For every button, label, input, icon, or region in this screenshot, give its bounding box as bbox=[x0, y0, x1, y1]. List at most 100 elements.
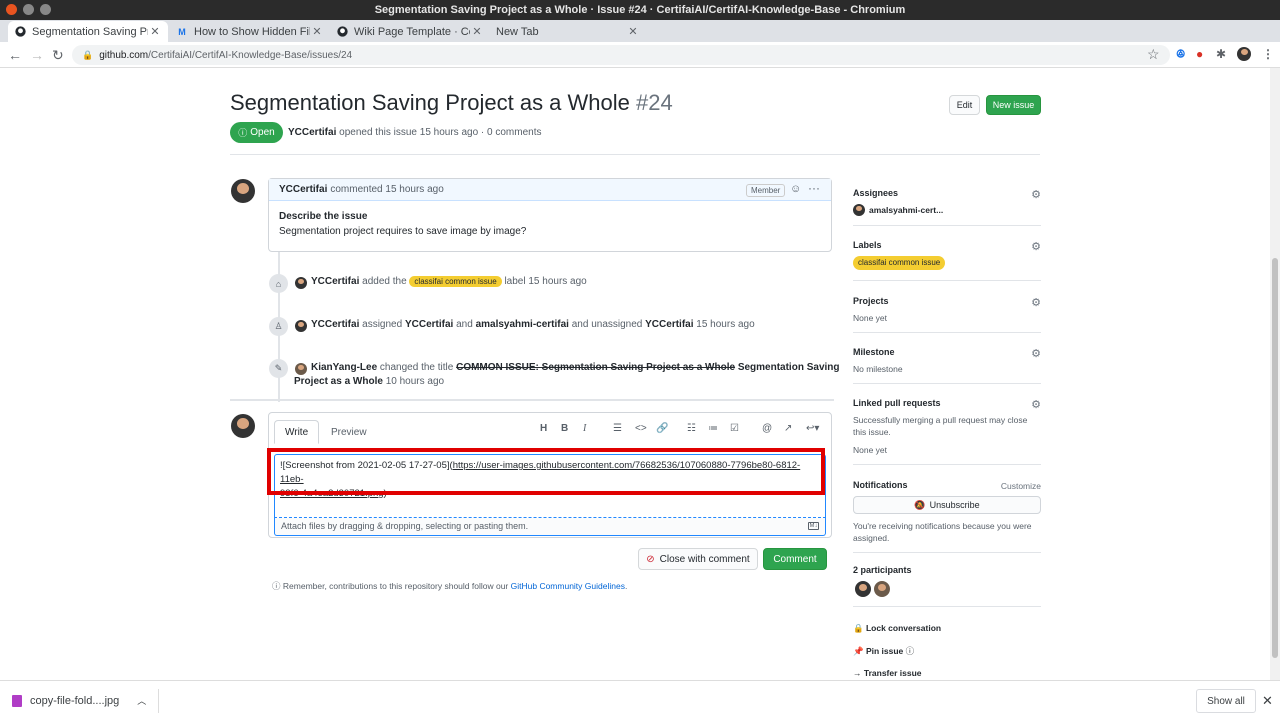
edit-button[interactable]: Edit bbox=[949, 95, 980, 115]
link-icon[interactable]: 🔗 bbox=[656, 423, 668, 434]
gear-icon[interactable]: ⚙ bbox=[1031, 188, 1041, 201]
lock-conversation-button[interactable]: 🔒 Lock conversation bbox=[853, 623, 941, 634]
close-tab-icon[interactable]: ✕ bbox=[148, 25, 162, 38]
pin-issue-button[interactable]: 📌 Pin issue ⓘ bbox=[853, 645, 914, 657]
heading-icon[interactable]: H bbox=[540, 423, 547, 434]
avatar bbox=[853, 204, 865, 216]
download-item[interactable]: copy-file-fold....jpg ︿ bbox=[12, 694, 146, 707]
gear-icon[interactable]: ⚙ bbox=[1031, 240, 1041, 253]
close-tab-icon[interactable]: ✕ bbox=[310, 25, 324, 38]
assignee-item[interactable]: amalsyahmi-cert... bbox=[853, 204, 1041, 216]
gear-icon[interactable]: ⚙ bbox=[1031, 398, 1041, 411]
guidelines-notice: ⓘ Remember, contributions to this reposi… bbox=[272, 581, 628, 591]
extension-icon[interactable]: ꔮ bbox=[1176, 47, 1185, 62]
scrollbar-thumb[interactable] bbox=[1272, 258, 1278, 658]
timeline-event-labeled: YCCertifai added the classifai common is… bbox=[311, 276, 587, 287]
mention-icon[interactable]: @ bbox=[762, 423, 772, 434]
code-icon[interactable]: <> bbox=[635, 423, 647, 434]
unsubscribe-button[interactable]: 🔕 Unsubscribe bbox=[853, 496, 1041, 514]
close-window-icon[interactable] bbox=[6, 4, 17, 15]
tab-strip: Segmentation Saving Pro ✕ M How to Show … bbox=[0, 20, 1280, 58]
back-arrow-icon[interactable]: ← bbox=[8, 47, 22, 63]
comment-body: Describe the issue Segmentation project … bbox=[279, 211, 527, 237]
label-pill[interactable]: classifai common issue bbox=[853, 256, 946, 270]
maximize-window-icon[interactable] bbox=[40, 4, 51, 15]
quote-icon[interactable]: ☰ bbox=[613, 423, 622, 434]
close-tab-icon[interactable]: ✕ bbox=[626, 25, 640, 38]
divider bbox=[230, 154, 1040, 155]
forward-arrow-icon[interactable]: → bbox=[30, 47, 44, 63]
puzzle-extensions-icon[interactable]: ✱ bbox=[1216, 47, 1226, 61]
tab-hidden-files[interactable]: M How to Show Hidden Files ✕ bbox=[170, 21, 330, 42]
close-with-comment-button[interactable]: ⊘ Close with comment bbox=[638, 548, 758, 570]
issue-comment: YCCertifai commented 15 hours ago Member… bbox=[268, 178, 832, 252]
tab-new-tab[interactable]: New Tab ✕ bbox=[490, 21, 646, 42]
customize-link[interactable]: Customize bbox=[1001, 481, 1041, 491]
avatar[interactable] bbox=[295, 363, 307, 375]
numbered-list-icon[interactable]: ≔ bbox=[708, 423, 718, 434]
gear-icon[interactable]: ⚙ bbox=[1031, 347, 1041, 360]
avatar[interactable] bbox=[874, 581, 890, 597]
markdown-icon[interactable]: M↓ bbox=[808, 522, 819, 530]
chevron-up-icon[interactable]: ︿ bbox=[137, 694, 146, 707]
menu-kebab-icon[interactable]: ⋮ bbox=[1262, 47, 1274, 61]
timeline-separator bbox=[230, 399, 834, 401]
milestone-section: Milestone ⚙ No milestone bbox=[853, 347, 1041, 374]
github-icon bbox=[14, 26, 26, 38]
m-icon: M bbox=[178, 26, 186, 37]
lock-icon: 🔒 bbox=[82, 49, 94, 60]
bell-slash-icon: 🔕 bbox=[914, 499, 926, 510]
tab-write[interactable]: Write bbox=[274, 420, 320, 444]
profile-avatar[interactable] bbox=[1237, 47, 1251, 61]
bookmark-star-icon[interactable]: ☆ bbox=[1147, 46, 1160, 62]
show-all-button[interactable]: Show all bbox=[1196, 689, 1256, 713]
linked-prs-section: Linked pull requests ⚙ Successfully merg… bbox=[853, 398, 1041, 455]
arrow-right-icon: → bbox=[853, 668, 862, 678]
avatar[interactable] bbox=[231, 179, 255, 203]
window-title: Segmentation Saving Project as a Whole ·… bbox=[374, 4, 906, 16]
avatar[interactable] bbox=[231, 414, 255, 438]
tab-wiki-template[interactable]: Wiki Page Template · Certi ✕ bbox=[330, 21, 490, 42]
status-badge: ⓘ Open bbox=[230, 122, 283, 143]
minimize-window-icon[interactable] bbox=[23, 4, 34, 15]
labels-section: Labels ⚙ classifai common issue bbox=[853, 240, 1041, 270]
saved-reply-icon[interactable]: ↩▾ bbox=[806, 423, 819, 434]
info-icon: ⓘ bbox=[272, 581, 281, 591]
reaction-smiley-icon[interactable]: ☺ bbox=[790, 183, 801, 195]
issue-title: Segmentation Saving Project as a Whole #… bbox=[230, 90, 673, 115]
address-bar[interactable]: 🔒 github.com/CertifaiAI/CertifAI-Knowled… bbox=[72, 45, 1170, 65]
tab-github-issue[interactable]: Segmentation Saving Pro ✕ bbox=[8, 21, 168, 42]
reload-icon[interactable]: ↻ bbox=[52, 47, 64, 63]
tag-icon: ⌂ bbox=[269, 274, 288, 293]
downloads-bar: copy-file-fold....jpg ︿ Show all ✕ bbox=[0, 680, 1280, 720]
bulleted-list-icon[interactable]: ☷ bbox=[687, 423, 696, 434]
info-icon: ⓘ bbox=[905, 646, 915, 656]
comment-button[interactable]: Comment bbox=[763, 548, 827, 570]
divider bbox=[158, 689, 159, 713]
divider bbox=[853, 332, 1041, 333]
record-extension-icon[interactable]: ● bbox=[1196, 47, 1203, 61]
projects-section: Projects ⚙ None yet bbox=[853, 296, 1041, 323]
community-guidelines-link[interactable]: GitHub Community Guidelines bbox=[511, 581, 625, 591]
divider bbox=[853, 464, 1041, 465]
label-pill[interactable]: classifai common issue bbox=[409, 276, 502, 287]
avatar[interactable] bbox=[295, 320, 307, 332]
transfer-issue-button[interactable]: → Transfer issue bbox=[853, 668, 922, 678]
comment-author-link[interactable]: YCCertifai bbox=[279, 184, 327, 195]
new-issue-button[interactable]: New issue bbox=[986, 95, 1041, 115]
comment-header: YCCertifai commented 15 hours ago Member… bbox=[269, 179, 831, 201]
bold-icon[interactable]: B bbox=[561, 423, 568, 434]
attach-files-bar[interactable]: Attach files by dragging & dropping, sel… bbox=[274, 518, 826, 536]
cross-reference-icon[interactable]: ↗ bbox=[784, 423, 792, 434]
avatar[interactable] bbox=[855, 581, 871, 597]
tab-preview[interactable]: Preview bbox=[321, 420, 377, 444]
comment-options-icon[interactable]: ··· bbox=[808, 181, 820, 195]
divider bbox=[853, 606, 1041, 607]
task-list-icon[interactable]: ☑ bbox=[730, 423, 739, 434]
gear-icon[interactable]: ⚙ bbox=[1031, 296, 1041, 309]
close-tab-icon[interactable]: ✕ bbox=[470, 25, 484, 38]
close-icon[interactable]: ✕ bbox=[1262, 693, 1273, 709]
avatar[interactable] bbox=[295, 277, 307, 289]
italic-icon[interactable]: I bbox=[583, 423, 586, 434]
issue-author-link[interactable]: YCCertifai bbox=[288, 127, 336, 138]
